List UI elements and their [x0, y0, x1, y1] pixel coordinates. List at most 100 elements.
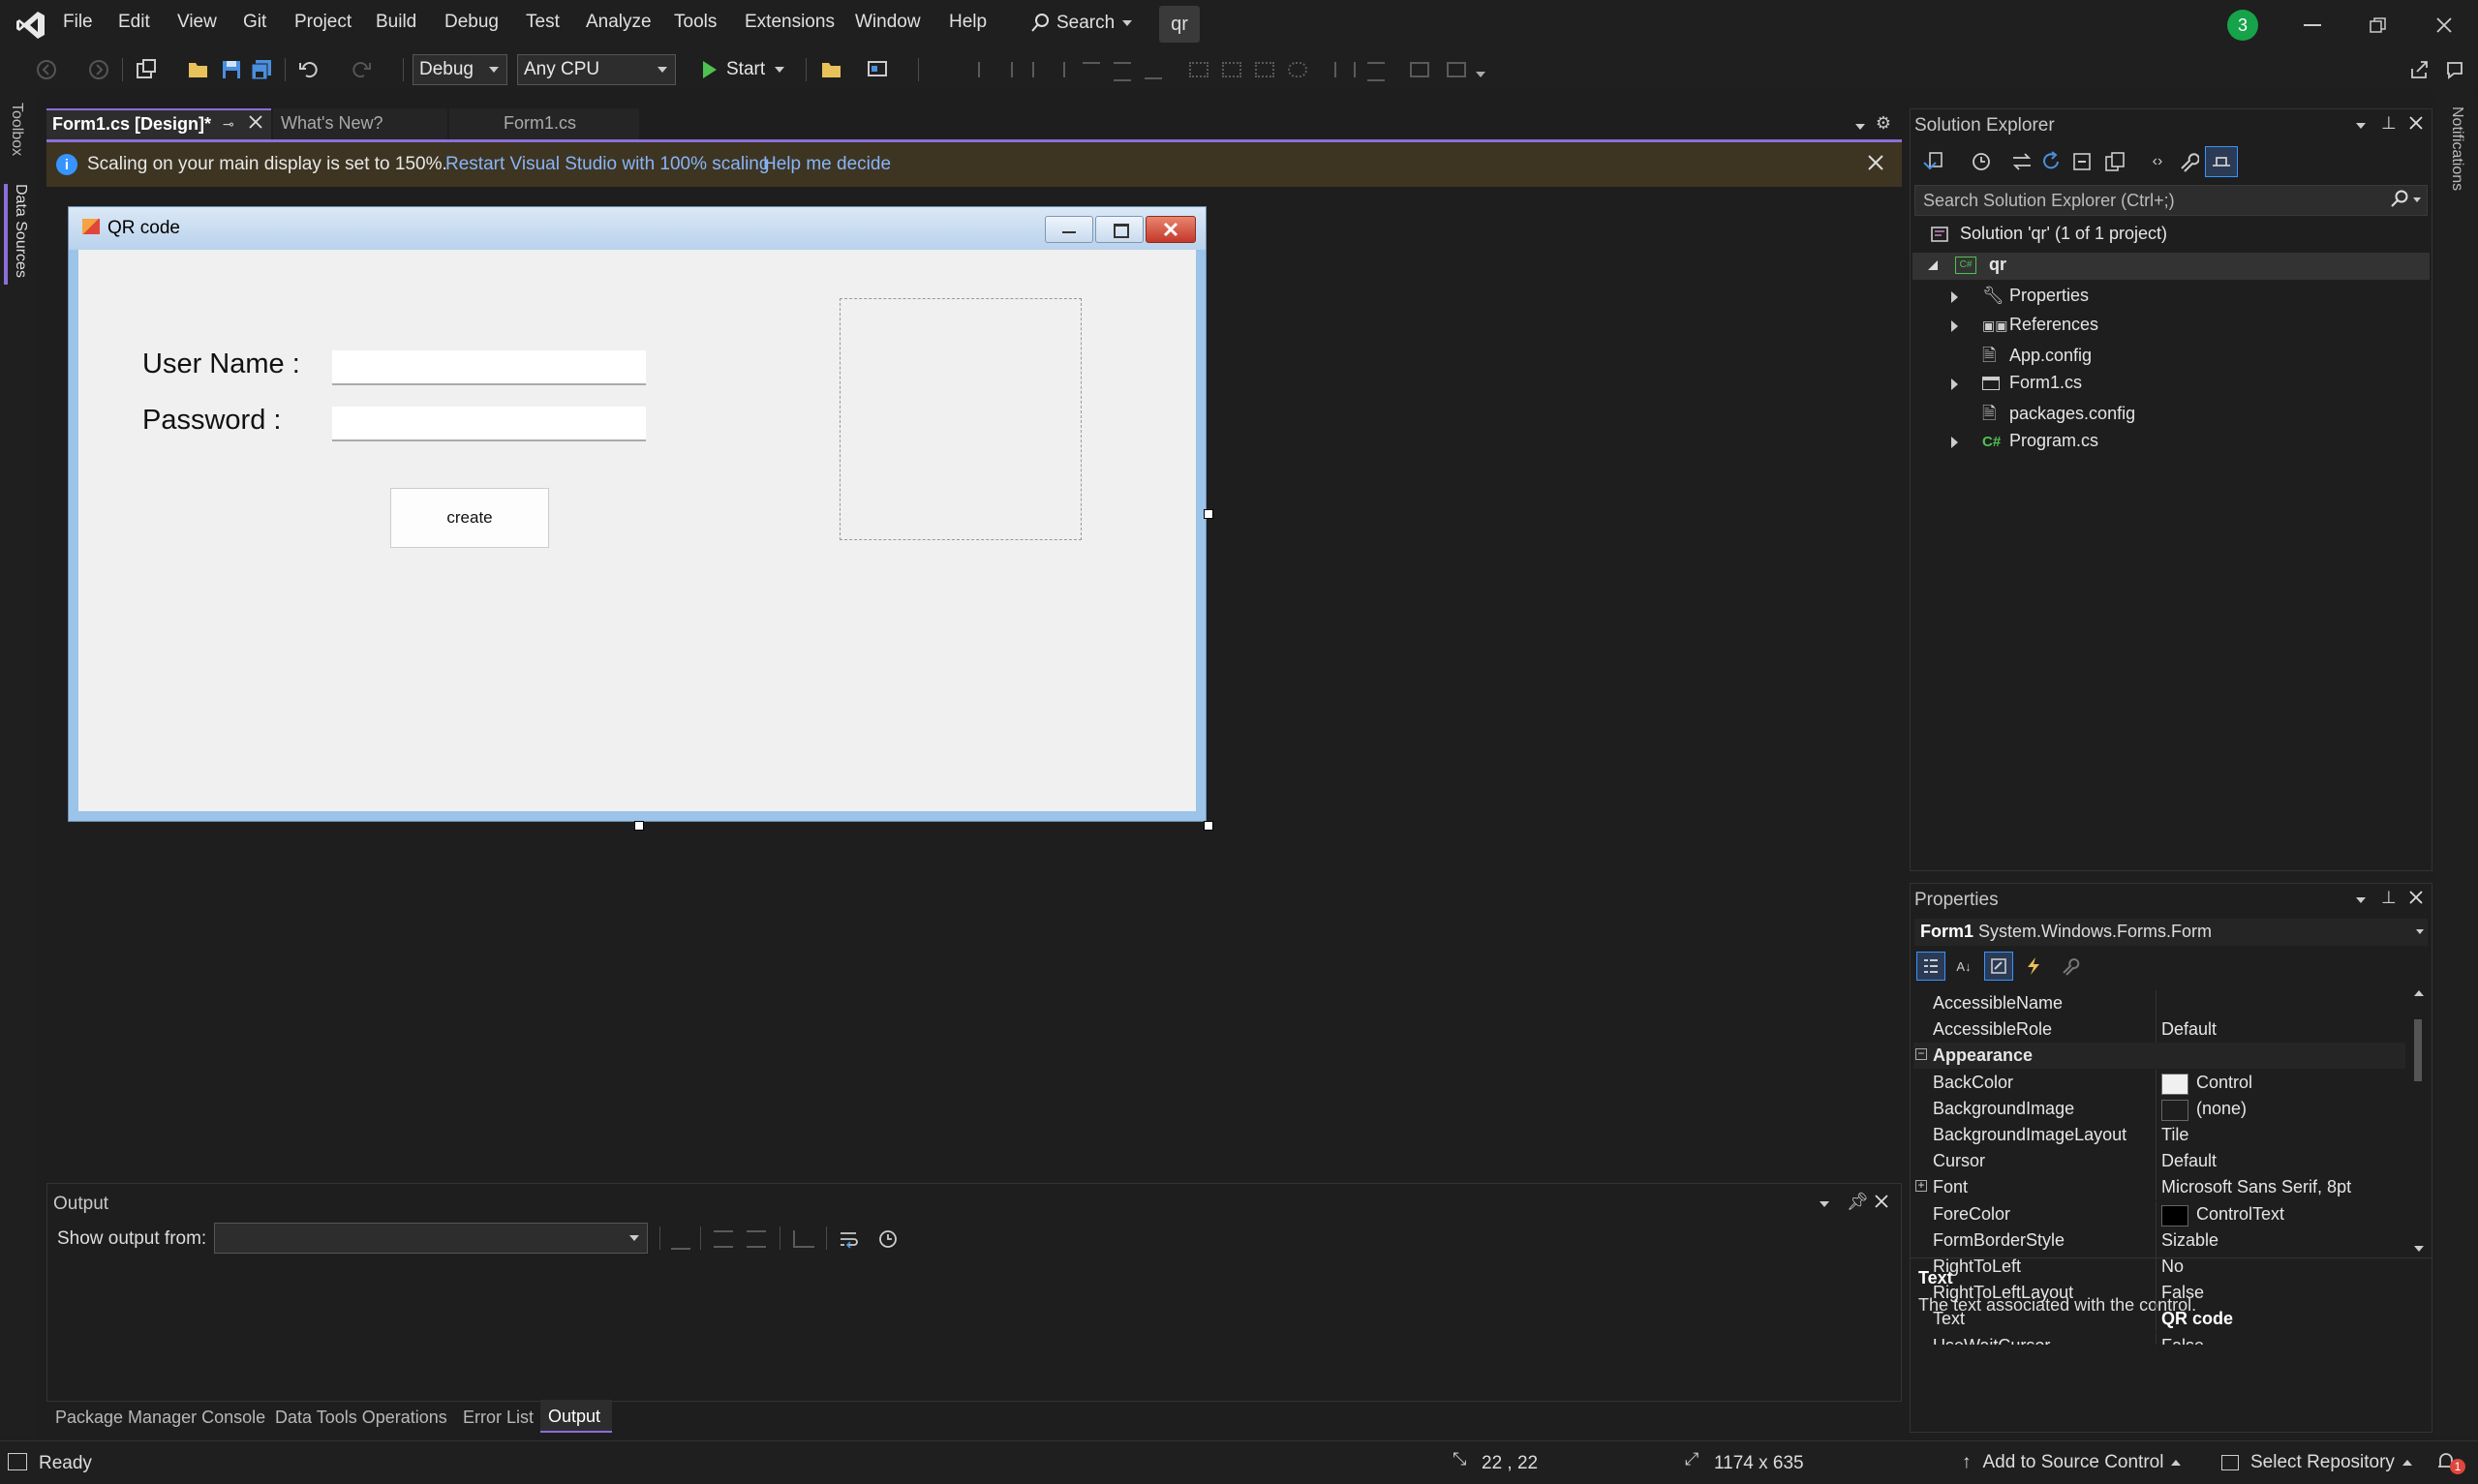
menu-window[interactable]: Window — [855, 12, 921, 33]
redo-icon[interactable] — [347, 56, 376, 83]
open-folder-icon[interactable] — [184, 56, 213, 83]
property-row-text[interactable]: Text QR code — [1913, 1306, 2405, 1333]
minimize-window-icon[interactable] — [2293, 6, 2332, 45]
collapse-category-icon[interactable]: − — [1915, 1047, 1927, 1061]
tab-list-dropdown-icon[interactable] — [1855, 124, 1865, 130]
same-width-icon[interactable] — [1189, 62, 1208, 77]
panel-dropdown-icon[interactable] — [2356, 123, 2366, 129]
property-row-righttoleftlayout[interactable]: RightToLeftLayout False — [1913, 1280, 2405, 1307]
horizontal-spacing-icon[interactable] — [1334, 62, 1356, 77]
property-row-backgroundimage[interactable]: BackgroundImage (none) — [1913, 1095, 2405, 1122]
tab-package-manager-console[interactable]: Package Manager Console — [55, 1408, 265, 1428]
properties-scrollbar[interactable] — [2410, 990, 2426, 1256]
notifications-tab[interactable]: Notifications — [2444, 106, 2471, 213]
preview-selected-items-icon[interactable] — [2205, 146, 2238, 177]
layout-icon[interactable] — [864, 56, 893, 83]
chevron-down-icon[interactable] — [2413, 197, 2421, 202]
property-value[interactable]: Default — [2161, 1019, 2217, 1040]
property-row-usewaitcursor[interactable]: UseWaitCursor False — [1913, 1332, 2405, 1345]
pin-icon[interactable]: ⊥ — [2381, 888, 2397, 908]
output-source-dropdown[interactable] — [214, 1223, 648, 1254]
live-share-icon[interactable] — [2405, 56, 2434, 83]
show-all-files-icon[interactable] — [2100, 148, 2129, 175]
properties-view-icon[interactable] — [1984, 952, 2013, 981]
align-centers-icon[interactable] — [1011, 62, 1034, 77]
resize-handle-bottom[interactable] — [634, 821, 644, 831]
restore-window-icon[interactable] — [2359, 6, 2398, 45]
menu-build[interactable]: Build — [376, 12, 416, 33]
expand-property-icon[interactable]: + — [1915, 1179, 1927, 1193]
search-box[interactable]: Search — [1029, 6, 1134, 41]
gear-icon[interactable]: ⚙ — [1873, 112, 1894, 134]
solution-search-input[interactable]: Search Solution Explorer (Ctrl+;) — [1914, 185, 2428, 216]
tree-project[interactable]: C# qr — [1955, 255, 2006, 280]
menu-analyze[interactable]: Analyze — [586, 12, 652, 33]
property-value[interactable]: Default — [2161, 1151, 2217, 1171]
panel-dropdown-icon[interactable] — [2356, 897, 2366, 903]
menu-extensions[interactable]: Extensions — [745, 12, 835, 33]
notification-count-badge[interactable]: 3 — [2227, 10, 2258, 41]
password-input[interactable] — [332, 407, 646, 441]
categorized-icon[interactable] — [1916, 952, 1945, 981]
property-row-backgroundimagelayout[interactable]: BackgroundImageLayout Tile — [1913, 1122, 2405, 1148]
tree-item-app-config[interactable]: 🗎︎ App.config — [1982, 344, 2092, 373]
menu-project[interactable]: Project — [294, 12, 352, 33]
property-row-accessiblerole[interactable]: AccessibleRole Default — [1913, 1016, 2405, 1044]
align-rights-icon[interactable] — [1044, 62, 1065, 77]
username-input[interactable] — [332, 350, 646, 385]
resize-handle-corner[interactable] — [1204, 821, 1213, 831]
property-row-forecolor[interactable]: ForeColor ControlText — [1913, 1200, 2405, 1227]
navigate-back-icon[interactable] — [33, 56, 60, 83]
browse-folder-icon[interactable] — [817, 56, 846, 83]
go-to-next-icon[interactable] — [747, 1230, 766, 1248]
property-row-cursor[interactable]: Cursor Default — [1913, 1148, 2405, 1175]
pin-icon[interactable]: ⊸ — [223, 116, 234, 133]
tree-item-properties[interactable]: 🔧︎ Properties — [1982, 286, 2089, 306]
tree-solution[interactable]: Solution 'qr' (1 of 1 project) — [1930, 224, 2167, 251]
collapsed-triangle-icon[interactable] — [1951, 437, 1958, 448]
resize-handle-right[interactable] — [1204, 509, 1213, 519]
close-tab-icon[interactable] — [248, 114, 263, 136]
property-row-backcolor[interactable]: BackColor Control — [1913, 1069, 2405, 1096]
data-sources-tab[interactable]: Data Sources — [4, 184, 31, 290]
alphabetical-icon[interactable]: A↓ — [1949, 952, 1978, 981]
add-to-source-control-button[interactable]: ↑ Add to Source Control — [1962, 1445, 2194, 1480]
collapsed-triangle-icon[interactable] — [1951, 379, 1958, 390]
property-value[interactable]: QR code — [2161, 1309, 2233, 1329]
find-message-icon[interactable] — [671, 1230, 690, 1250]
size-to-grid-icon[interactable] — [1288, 62, 1307, 77]
new-project-icon[interactable] — [132, 56, 161, 83]
notifications-bell-icon[interactable]: 1 — [2434, 1449, 2469, 1478]
property-row-accessiblename[interactable]: AccessibleName — [1913, 990, 2405, 1016]
close-panel-icon[interactable] — [1874, 1194, 1889, 1215]
tree-item-program-cs[interactable]: C# Program.cs — [1982, 431, 2098, 451]
property-value[interactable]: ControlText — [2196, 1204, 2284, 1225]
winform-window[interactable]: QR code User Name : Password : create — [68, 206, 1207, 822]
align-middles-icon[interactable] — [1114, 62, 1131, 81]
menu-file[interactable]: File — [63, 12, 93, 33]
send-to-back-icon[interactable] — [1447, 62, 1466, 77]
property-value[interactable]: Tile — [2161, 1125, 2188, 1145]
property-value[interactable]: False — [2161, 1336, 2204, 1345]
property-value[interactable]: Sizable — [2161, 1230, 2218, 1251]
undo-icon[interactable] — [294, 56, 323, 83]
align-bottoms-icon[interactable] — [1145, 62, 1162, 79]
save-all-icon[interactable] — [248, 56, 277, 83]
refresh-icon[interactable] — [2036, 148, 2065, 175]
project-badge[interactable]: qr — [1159, 6, 1200, 43]
same-height-icon[interactable] — [1222, 62, 1241, 77]
qr-picture-box[interactable] — [840, 298, 1082, 540]
property-value[interactable]: Microsoft Sans Serif, 8pt — [2161, 1177, 2351, 1197]
vertical-spacing-icon[interactable] — [1367, 62, 1385, 81]
save-icon[interactable] — [217, 56, 246, 83]
menu-debug[interactable]: Debug — [444, 12, 499, 33]
tab-data-tools-operations[interactable]: Data Tools Operations — [275, 1408, 447, 1428]
property-value[interactable]: No — [2161, 1257, 2184, 1277]
properties-wrench-icon[interactable] — [2174, 148, 2203, 175]
create-button[interactable]: create — [390, 488, 549, 548]
form-minimize-button[interactable] — [1045, 216, 1093, 243]
collapsed-triangle-icon[interactable] — [1951, 291, 1958, 303]
object-selector-dropdown[interactable]: Form1 System.Windows.Forms.Form — [1914, 919, 2428, 946]
pin-icon[interactable]: 📌︎ — [1847, 1192, 1869, 1212]
toolbox-tab[interactable]: Toolbox — [4, 103, 31, 174]
